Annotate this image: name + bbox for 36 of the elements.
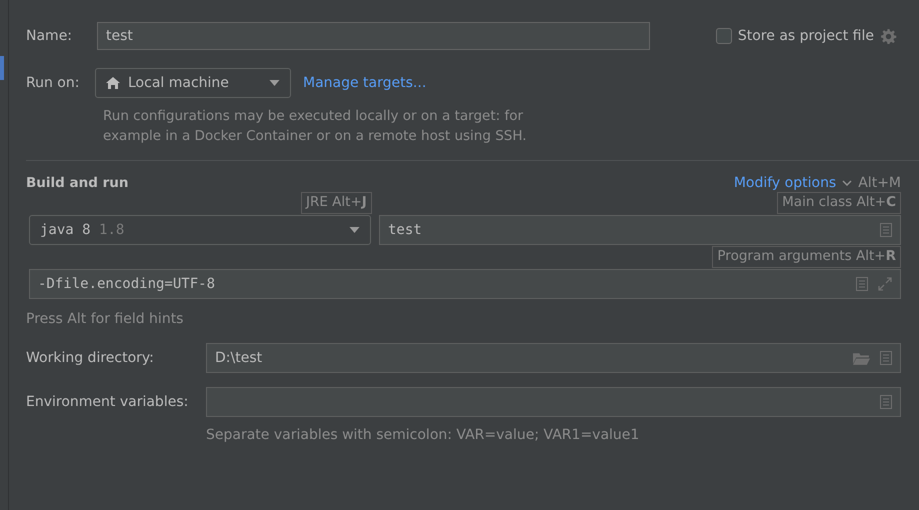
selection-marker [0, 56, 4, 80]
modify-options-link[interactable]: Modify options [734, 175, 836, 191]
environment-variables-field[interactable] [206, 387, 901, 417]
document-icon[interactable] [880, 351, 892, 365]
document-icon[interactable] [880, 395, 892, 409]
tooltip: Main class Alt+C [777, 192, 901, 214]
field-label: Working directory: [26, 350, 155, 366]
document-icon[interactable] [880, 223, 892, 237]
shortcut-text: Alt+M [858, 175, 901, 191]
hint-text: Press Alt for field hints [26, 311, 184, 327]
document-icon[interactable] [856, 277, 868, 291]
manage-targets-link[interactable]: Manage targets... [303, 75, 426, 91]
expand-icon[interactable] [878, 277, 892, 291]
checkbox-label[interactable]: Store as project file [738, 28, 874, 44]
run-target-dropdown[interactable]: Local machine [95, 68, 291, 98]
working-directory-field[interactable]: D:\test [206, 343, 901, 373]
description-text: Separate variables with semicolon: VAR=value; VAR1=value1 [206, 427, 640, 443]
tooltip: Program arguments Alt+R [712, 246, 901, 268]
caret-icon [349, 227, 360, 233]
tooltip: JRE Alt+J [301, 192, 372, 214]
field-label: Name: [26, 28, 74, 44]
section-title: Build and run [26, 175, 128, 191]
folder-icon[interactable] [853, 352, 870, 364]
settings-icon[interactable] [880, 28, 897, 44]
field-label: Run on: [26, 75, 80, 91]
vm-options-field[interactable]: -Dfile.encoding=UTF-8 [29, 269, 901, 299]
chevron-icon [842, 180, 852, 186]
home-icon [106, 77, 120, 89]
checkbox[interactable] [716, 28, 732, 44]
field-label: Environment variables: [26, 394, 190, 410]
jre-dropdown[interactable]: java 8 1.8 [29, 215, 371, 245]
description-text: Run configurations may be executed locally or on a target: for [103, 107, 524, 126]
caret-icon [269, 80, 280, 86]
main-class-field[interactable]: test [379, 215, 901, 245]
name-field[interactable]: test [97, 22, 650, 50]
description-text: example in a Docker Container or on a remote host using SSH. [103, 127, 527, 146]
